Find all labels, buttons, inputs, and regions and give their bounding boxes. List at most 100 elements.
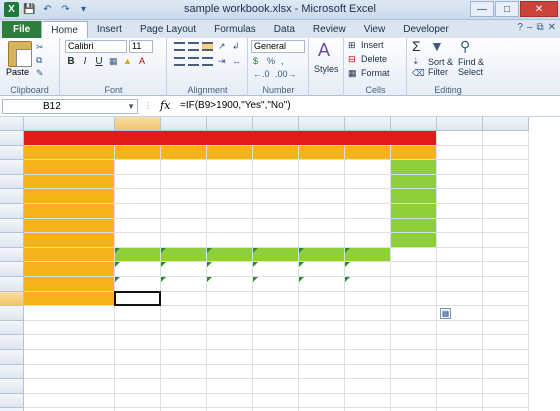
sales-cell[interactable] — [299, 204, 345, 219]
total-sale-cell[interactable] — [391, 233, 437, 248]
cell[interactable] — [253, 335, 299, 350]
auto-fill-options-icon[interactable]: ▦ — [440, 308, 451, 320]
increase-decimal-icon[interactable]: ←.0 — [253, 69, 270, 79]
merge-center-icon[interactable]: ↔ — [232, 56, 241, 66]
sales-cell[interactable] — [299, 174, 345, 190]
cell[interactable] — [161, 306, 207, 321]
header-cell[interactable] — [299, 145, 345, 161]
close-icon[interactable]: ✕ — [520, 1, 558, 17]
minimize-ribbon-icon[interactable]: – — [527, 22, 533, 33]
fill-icon[interactable]: ⇣ — [412, 56, 420, 67]
cell[interactable] — [24, 320, 115, 336]
column-header[interactable] — [207, 117, 253, 131]
cell[interactable] — [483, 189, 529, 204]
cell[interactable] — [483, 262, 529, 277]
sales-cell[interactable] — [207, 189, 253, 204]
cell[interactable] — [253, 364, 299, 380]
cell[interactable] — [483, 306, 529, 321]
cell[interactable] — [437, 291, 483, 307]
cell[interactable] — [207, 320, 253, 336]
cell[interactable] — [437, 160, 483, 175]
summary-value-cell[interactable] — [207, 247, 253, 263]
cell[interactable] — [391, 247, 437, 263]
summary-value-cell[interactable] — [299, 277, 345, 292]
cell[interactable] — [299, 364, 345, 380]
cell[interactable] — [483, 145, 529, 161]
sales-cell[interactable] — [253, 189, 299, 204]
clear-icon[interactable]: ⌫ — [412, 68, 425, 79]
tab-page-layout[interactable]: Page Layout — [131, 21, 205, 38]
cell[interactable] — [345, 320, 391, 336]
good-bad-cell[interactable] — [299, 291, 345, 307]
row-header[interactable] — [0, 160, 24, 175]
summary-label-cell[interactable] — [24, 262, 115, 277]
sales-cell[interactable] — [207, 174, 253, 190]
cell[interactable] — [437, 145, 483, 161]
row-header[interactable] — [0, 335, 24, 350]
row-header[interactable] — [0, 277, 24, 292]
sales-cell[interactable] — [207, 218, 253, 234]
cell[interactable] — [24, 350, 115, 365]
sales-cell[interactable] — [299, 189, 345, 204]
sales-cell[interactable] — [253, 160, 299, 175]
decrease-decimal-icon[interactable]: .00→ — [275, 69, 297, 79]
italic-button[interactable]: I — [79, 56, 91, 67]
find-select-icon[interactable]: ⚲ — [460, 38, 470, 55]
cell[interactable] — [207, 379, 253, 394]
cell[interactable] — [391, 291, 437, 307]
sales-cell[interactable] — [253, 233, 299, 248]
column-header[interactable] — [161, 117, 207, 131]
part-no-cell[interactable] — [24, 189, 115, 204]
total-sale-cell[interactable] — [391, 204, 437, 219]
sales-cell[interactable] — [345, 160, 391, 175]
cell[interactable] — [24, 393, 115, 409]
maximize-icon[interactable]: □ — [495, 1, 519, 17]
good-bad-cell[interactable] — [207, 291, 253, 307]
sales-cell[interactable] — [253, 204, 299, 219]
tab-data[interactable]: Data — [265, 21, 304, 38]
cell[interactable] — [437, 393, 483, 409]
cell[interactable] — [437, 174, 483, 190]
good-bad-cell[interactable] — [161, 291, 207, 307]
tab-insert[interactable]: Insert — [88, 21, 131, 38]
comma-style-icon[interactable]: , — [281, 56, 284, 66]
part-no-cell[interactable] — [24, 160, 115, 175]
cell[interactable] — [345, 350, 391, 365]
currency-button[interactable]: $ — [253, 56, 258, 66]
cell[interactable] — [437, 350, 483, 365]
cell[interactable] — [345, 393, 391, 409]
format-painter-icon[interactable]: ✎ — [36, 68, 44, 79]
align-top-icon[interactable] — [174, 42, 185, 51]
part-no-cell[interactable] — [24, 204, 115, 219]
tab-view[interactable]: View — [355, 21, 395, 38]
cell[interactable] — [391, 262, 437, 277]
sales-cell[interactable] — [115, 233, 161, 248]
column-header[interactable] — [483, 117, 529, 131]
summary-value-cell[interactable] — [115, 247, 161, 263]
cell[interactable] — [437, 277, 483, 292]
insert-function-button[interactable]: fx — [160, 99, 170, 112]
cell[interactable] — [161, 364, 207, 380]
cell[interactable] — [345, 364, 391, 380]
name-box[interactable]: B12 ▼ — [2, 99, 138, 114]
spreadsheet-grid[interactable]: ▦ — [0, 117, 560, 411]
header-cell[interactable] — [161, 145, 207, 161]
borders-icon[interactable]: ▦ — [109, 56, 118, 67]
help-icon[interactable]: ? — [517, 22, 523, 33]
sales-cell[interactable] — [345, 189, 391, 204]
summary-value-cell[interactable] — [207, 277, 253, 292]
sales-cell[interactable] — [345, 218, 391, 234]
cell[interactable] — [115, 335, 161, 350]
cell[interactable] — [483, 160, 529, 175]
cell[interactable] — [115, 320, 161, 336]
cell[interactable] — [253, 306, 299, 321]
styles-icon[interactable]: A — [318, 40, 330, 61]
sales-cell[interactable] — [207, 233, 253, 248]
cell[interactable] — [253, 379, 299, 394]
summary-label-cell[interactable] — [24, 247, 115, 263]
sales-cell[interactable] — [161, 218, 207, 234]
row-header[interactable] — [0, 364, 24, 380]
cut-icon[interactable]: ✂ — [36, 42, 44, 53]
cell[interactable] — [483, 218, 529, 234]
cell[interactable] — [207, 393, 253, 409]
